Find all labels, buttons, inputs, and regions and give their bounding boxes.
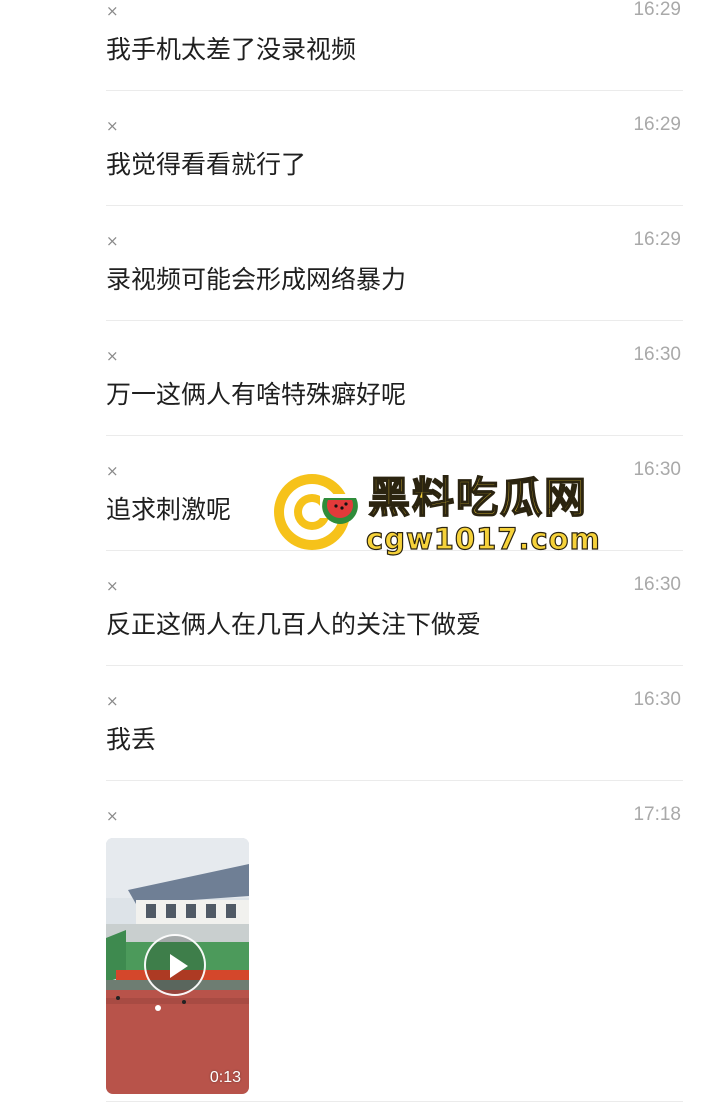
sender-mark: × — [106, 232, 119, 250]
video-thumbnail[interactable]: 0:13 — [106, 838, 249, 1094]
message-text: 我丢 — [106, 725, 157, 754]
chat-message[interactable]: × 16:30 反正这俩人在几百人的关注下做爱 — [106, 551, 683, 666]
chat-message[interactable]: × 16:30 我丢 — [106, 666, 683, 781]
message-text: 我觉得看看就行了 — [106, 150, 307, 179]
chat-message[interactable]: × 16:29 录视频可能会形成网络暴力 — [106, 206, 683, 321]
message-time: 16:30 — [633, 459, 681, 480]
message-time: 16:29 — [633, 229, 681, 250]
video-message[interactable]: × 17:18 0:13 — [106, 781, 683, 1102]
message-text: 我手机太差了没录视频 — [106, 35, 357, 64]
sender-mark: × — [106, 2, 119, 20]
watermark-title: 黑料吃瓜网 — [367, 472, 589, 523]
chat-message[interactable]: × 16:29 我手机太差了没录视频 — [106, 0, 683, 91]
message-time: 16:30 — [633, 689, 681, 710]
sender-mark: × — [106, 807, 119, 825]
message-text: 万一这俩人有啥特殊癖好呢 — [106, 380, 407, 409]
watermark-url: cgw1017.com — [365, 521, 601, 556]
watermark-overlay: 黑料吃瓜网 cgw1017.com — [272, 466, 622, 562]
message-text: 反正这俩人在几百人的关注下做爱 — [106, 610, 482, 639]
video-duration: 0:13 — [209, 1069, 241, 1086]
sender-mark: × — [106, 577, 119, 595]
chat-message[interactable]: × 16:30 万一这俩人有啥特殊癖好呢 — [106, 321, 683, 436]
sender-mark: × — [106, 692, 119, 710]
message-time: 16:30 — [633, 574, 681, 595]
watermark-logo-icon — [274, 474, 360, 550]
message-time: 16:29 — [633, 114, 681, 135]
message-text: 追求刺激呢 — [106, 495, 232, 524]
message-time: 16:29 — [633, 0, 681, 20]
message-text: 录视频可能会形成网络暴力 — [106, 265, 407, 294]
sender-mark: × — [106, 117, 119, 135]
play-icon[interactable] — [144, 934, 206, 996]
message-time: 16:30 — [633, 344, 681, 365]
chat-message[interactable]: × 16:29 我觉得看看就行了 — [106, 91, 683, 206]
message-time: 17:18 — [633, 804, 681, 825]
sender-mark: × — [106, 462, 119, 480]
sender-mark: × — [106, 347, 119, 365]
